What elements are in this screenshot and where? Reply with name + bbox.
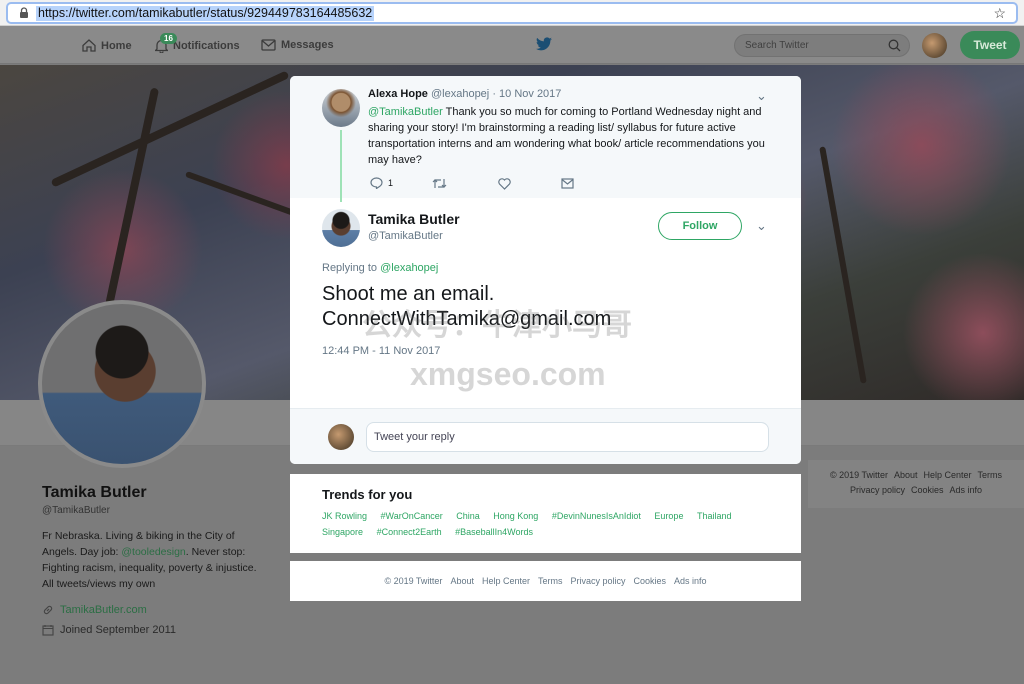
reply-composer: Tweet your reply [290,408,801,464]
joined-text: Joined September 2011 [60,624,176,636]
home-icon [82,39,96,52]
calendar-icon [42,625,54,636]
search-input[interactable]: Search Twitter [734,34,910,57]
author-name[interactable]: Tamika Butler [368,211,460,227]
profile-handle: @TamikaButler [42,505,110,516]
footer-privacy-link[interactable]: Privacy policy [571,576,626,586]
avatar[interactable] [322,209,360,247]
tweet-body: Shoot me an email. ConnectWithTamika@gma… [322,282,762,332]
compose-tweet-button[interactable]: Tweet [960,31,1020,59]
envelope-icon [261,39,276,51]
bookmark-star-icon[interactable]: ☆ [993,5,1006,22]
trend-item[interactable]: #WarOnCancer [381,508,443,524]
mention-link[interactable]: @TamikaButler [368,106,443,118]
address-bar[interactable]: https://twitter.com/tamikabutler/status/… [6,2,1018,24]
chevron-down-icon[interactable]: ⌄ [756,218,767,234]
parent-tweet-text: @TamikaButler Thank you so much for comi… [368,104,768,168]
reply-count: 1 [388,178,394,188]
footer-copyright: © 2019 Twitter [384,576,443,586]
profile-name[interactable]: Tamika Butler [42,484,262,502]
nav-notifications-label: Notifications [173,40,240,52]
avatar [328,424,354,450]
replying-to: Replying to @lexahopej [322,262,438,274]
footer-help-link[interactable]: Help Center [924,470,972,480]
like-heart-icon[interactable] [498,178,511,190]
footer-about-link[interactable]: About [450,576,474,586]
follow-button[interactable]: Follow [658,212,742,240]
trends-title: Trends for you [322,487,413,502]
search-icon[interactable] [888,39,901,52]
nav-home[interactable]: Home [82,39,132,52]
footer-help-link[interactable]: Help Center [482,576,530,586]
modal-footer: © 2019 Twitter About Help Center Terms Priva… [290,561,801,601]
footer-terms-link[interactable]: Terms [978,470,1003,480]
url-text[interactable]: https://twitter.com/tamikabutler/status/… [36,6,375,21]
parent-tweet-header: Alexa Hope @lexahopej · 10 Nov 2017 [368,88,561,100]
bio-mention-link[interactable]: @tooledesign [121,546,185,558]
footer-privacy-link[interactable]: Privacy policy [850,485,905,495]
footer-cookies-link[interactable]: Cookies [911,485,944,495]
thread-connector-line [340,130,342,202]
profile-bio: Fr Nebraska. Living & biking in the City… [42,528,262,592]
tweet-line: ConnectWithTamika@gmail.com [322,308,612,330]
author-handle[interactable]: @TamikaButler [368,230,443,242]
avatar[interactable] [322,89,360,127]
trend-item[interactable]: Hong Kong [493,508,538,524]
browser-toolbar: https://twitter.com/tamikabutler/status/… [0,0,1024,26]
chevron-down-icon[interactable]: ⌄ [756,88,767,104]
footer-cookies-link[interactable]: Cookies [634,576,667,586]
reply-input[interactable]: Tweet your reply [366,422,769,452]
profile-avatar[interactable] [38,300,206,468]
tweet-date[interactable]: · 10 Nov 2017 [492,88,561,100]
trend-item[interactable]: #DevinNunesIsAnIdiot [552,508,641,524]
parent-tweet[interactable]: Alexa Hope @lexahopej · 10 Nov 2017 ⌄ @T… [290,76,801,202]
footer-about-link[interactable]: About [894,470,918,480]
trend-item[interactable]: Europe [654,508,683,524]
main-tweet: Tamika Butler @TamikaButler Follow ⌄ Rep… [290,198,801,462]
profile-website[interactable]: TamikaButler.com [42,604,262,616]
reply-action[interactable]: 1 [370,177,393,189]
tweet-permalink-modal: Alexa Hope @lexahopej · 10 Nov 2017 ⌄ @T… [290,76,801,464]
direct-message-icon[interactable] [561,178,574,189]
footer-ads-link[interactable]: Ads info [674,576,707,586]
tree-branch [50,70,290,188]
replying-to-label: Replying to [322,262,381,274]
footer-terms-link[interactable]: Terms [538,576,563,586]
trend-item[interactable]: Singapore [322,524,363,540]
footer-copyright: © 2019 Twitter [829,470,888,480]
reply-icon [370,177,383,189]
website-link[interactable]: TamikaButler.com [60,604,147,616]
profile-joined: Joined September 2011 [42,624,262,636]
nav-messages[interactable]: Messages [261,39,334,51]
author-handle[interactable]: @lexahopej [431,88,489,100]
trends-module: Trends for you JK Rowling #WarOnCancer C… [290,474,801,553]
mention-link[interactable]: @lexahopej [380,262,438,274]
tweet-timestamp[interactable]: 12:44 PM - 11 Nov 2017 [322,345,440,357]
retweet-icon[interactable] [432,178,447,189]
notifications-badge: 16 [160,33,177,44]
trend-item[interactable]: Thailand [697,508,732,524]
lock-icon [20,7,28,18]
trend-item[interactable]: China [456,508,480,524]
trend-item[interactable]: #Connect2Earth [377,524,442,540]
account-avatar[interactable] [922,33,947,58]
search-placeholder: Search Twitter [745,40,809,51]
trend-item[interactable]: JK Rowling [322,508,367,524]
nav-messages-label: Messages [281,39,334,51]
nav-home-label: Home [101,39,132,52]
sidebar-footer: © 2019 Twitter About Help Center Terms Priv… [808,460,1024,508]
profile-card: Tamika Butler @TamikaButler Fr Nebraska.… [42,484,262,636]
tree-branch [819,146,867,384]
trends-list: JK Rowling #WarOnCancer China Hong Kong … [322,508,769,540]
link-icon [43,605,53,615]
twitter-bird-icon[interactable] [536,37,552,51]
tweet-line: Shoot me an email. [322,283,495,305]
trend-item[interactable]: #BaseballIn4Words [455,524,533,540]
author-name[interactable]: Alexa Hope [368,88,428,100]
footer-ads-link[interactable]: Ads info [950,485,983,495]
